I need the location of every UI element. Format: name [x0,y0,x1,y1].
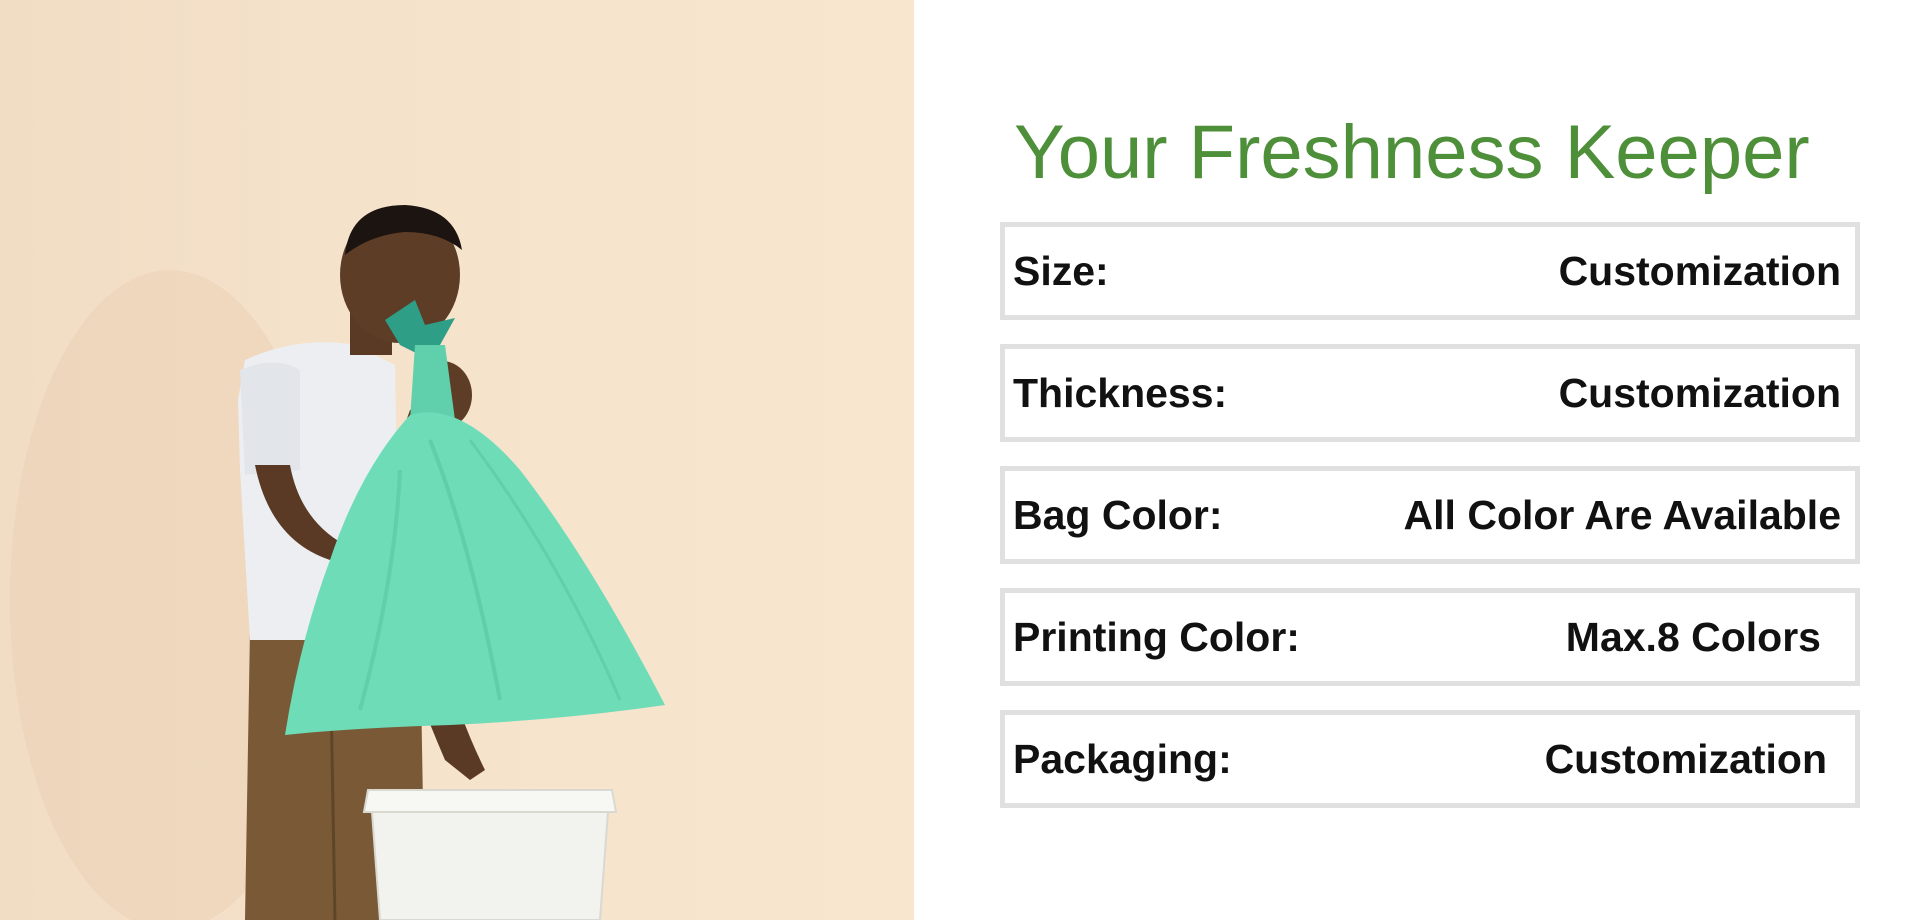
spec-list: Size: Customization Thickness: Customiza… [1000,222,1860,832]
spec-row-bag-color: Bag Color: All Color Are Available [1000,466,1860,564]
product-banner: Your Freshness Keeper Size: Customizatio… [0,0,1920,920]
spec-label: Thickness: [1013,369,1228,416]
spec-row-size: Size: Customization [1000,222,1860,320]
spec-row-packaging: Packaging: Customization [1000,710,1860,808]
spec-value: Customization [1558,247,1841,294]
spec-panel: Your Freshness Keeper Size: Customizatio… [914,0,1920,920]
spec-label: Bag Color: [1013,491,1223,538]
spec-label: Packaging: [1013,735,1232,782]
product-photo [0,0,914,920]
spec-value: All Color Are Available [1403,491,1841,538]
spec-row-printing-color: Printing Color: Max.8 Colors [1000,588,1860,686]
man-holding-trash-bag-icon [10,205,665,920]
headline: Your Freshness Keeper [1014,110,1810,195]
spec-label: Size: [1013,247,1109,294]
spec-value: Customization [1544,735,1827,782]
spec-label: Printing Color: [1013,613,1300,660]
spec-row-thickness: Thickness: Customization [1000,344,1860,442]
spec-value: Customization [1558,369,1841,416]
spec-value: Max.8 Colors [1565,613,1821,660]
